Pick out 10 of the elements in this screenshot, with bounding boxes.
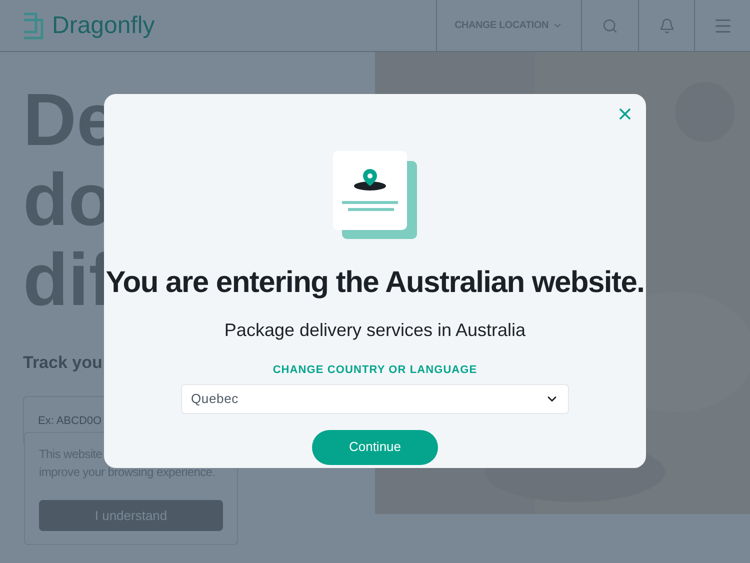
- continue-button[interactable]: Continue: [312, 430, 438, 464]
- dialog-subtitle: Package delivery services in Australia: [224, 319, 526, 342]
- logo-icon: [22, 12, 44, 40]
- bell-icon: [658, 18, 674, 34]
- location-document-icon: [332, 151, 418, 240]
- logo-text[interactable]: Dragonfly: [52, 8, 155, 44]
- country-select[interactable]: Quebec: [181, 384, 569, 414]
- track-title: Track you: [23, 352, 102, 374]
- select-label: CHANGE COUNTRY OR LANGUAGE: [272, 363, 478, 378]
- search-icon: [602, 18, 618, 34]
